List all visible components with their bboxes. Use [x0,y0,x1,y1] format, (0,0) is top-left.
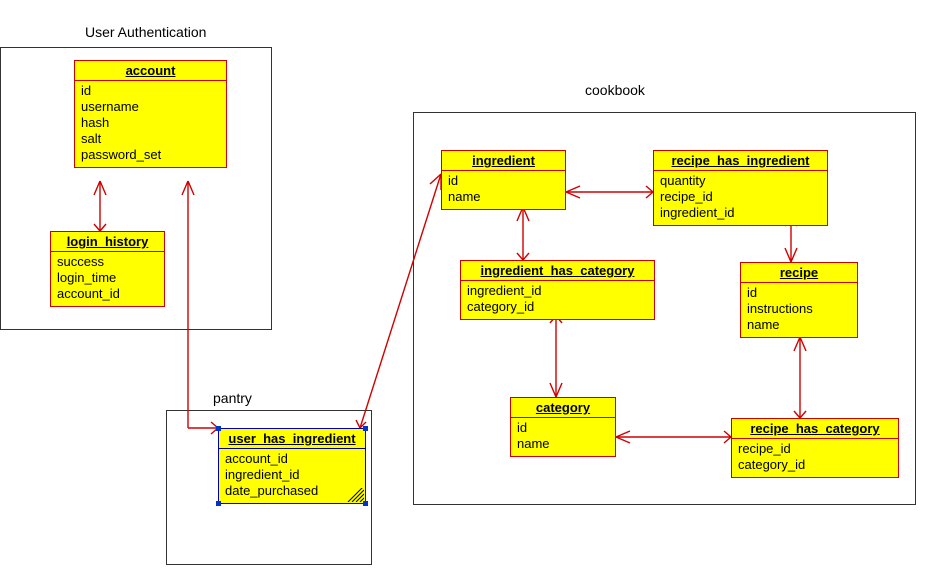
resize-handle-icon[interactable] [216,501,221,506]
field: id [747,285,851,301]
entity-login-history-title: login_history [51,232,164,252]
entity-recipe-has-category-title: recipe_has_category [732,419,898,439]
field: ingredient_id [660,205,821,221]
entity-recipe-has-ingredient-fields: quantity recipe_id ingredient_id [654,171,827,225]
field: id [448,173,559,189]
field: instructions [747,301,851,317]
entity-ingredient[interactable]: ingredient id name [441,150,566,210]
field: hash [81,115,220,131]
resize-handle-icon[interactable] [363,426,368,431]
field: id [517,420,609,436]
field: password_set [81,147,220,163]
field: date_purchased [225,483,359,499]
field: quantity [660,173,821,189]
field: category_id [467,299,648,315]
entity-recipe-title: recipe [741,263,857,283]
entity-user-has-ingredient[interactable]: user_has_ingredient account_id ingredien… [218,428,366,504]
er-diagram-canvas: { "regions": { "auth": { "label": "User … [0,0,935,588]
field: category_id [738,457,892,473]
field: name [448,189,559,205]
entity-recipe-fields: id instructions name [741,283,857,337]
field: id [81,83,220,99]
entity-recipe[interactable]: recipe id instructions name [740,262,858,338]
field: account_id [225,451,359,467]
entity-recipe-has-category-fields: recipe_id category_id [732,439,898,477]
field: account_id [57,286,158,302]
field: success [57,254,158,270]
region-label-cookbook: cookbook [585,82,645,98]
entity-category-fields: id name [511,418,615,456]
entity-ingredient-title: ingredient [442,151,565,171]
region-label-auth: User Authentication [85,24,206,40]
region-label-pantry: pantry [213,390,252,406]
entity-user-has-ingredient-title: user_has_ingredient [219,429,365,449]
entity-user-has-ingredient-fields: account_id ingredient_id date_purchased [219,449,365,503]
entity-account[interactable]: account id username hash salt password_s… [74,60,227,168]
field: recipe_id [660,189,821,205]
entity-login-history-fields: success login_time account_id [51,252,164,306]
entity-ingredient-has-category-title: ingredient_has_category [461,261,654,281]
field: username [81,99,220,115]
entity-category-title: category [511,398,615,418]
entity-account-fields: id username hash salt password_set [75,81,226,167]
entity-account-title: account [75,61,226,81]
resize-handle-icon[interactable] [216,426,221,431]
entity-recipe-has-ingredient-title: recipe_has_ingredient [654,151,827,171]
entity-recipe-has-category[interactable]: recipe_has_category recipe_id category_i… [731,418,899,478]
field: ingredient_id [467,283,648,299]
field: salt [81,131,220,147]
field: login_time [57,270,158,286]
field: recipe_id [738,441,892,457]
field: ingredient_id [225,467,359,483]
entity-login-history[interactable]: login_history success login_time account… [50,231,165,307]
entity-category[interactable]: category id name [510,397,616,457]
entity-ingredient-fields: id name [442,171,565,209]
entity-recipe-has-ingredient[interactable]: recipe_has_ingredient quantity recipe_id… [653,150,828,226]
field: name [747,317,851,333]
field: name [517,436,609,452]
grip-icon [346,488,364,502]
entity-ingredient-has-category-fields: ingredient_id category_id [461,281,654,319]
entity-ingredient-has-category[interactable]: ingredient_has_category ingredient_id ca… [460,260,655,320]
